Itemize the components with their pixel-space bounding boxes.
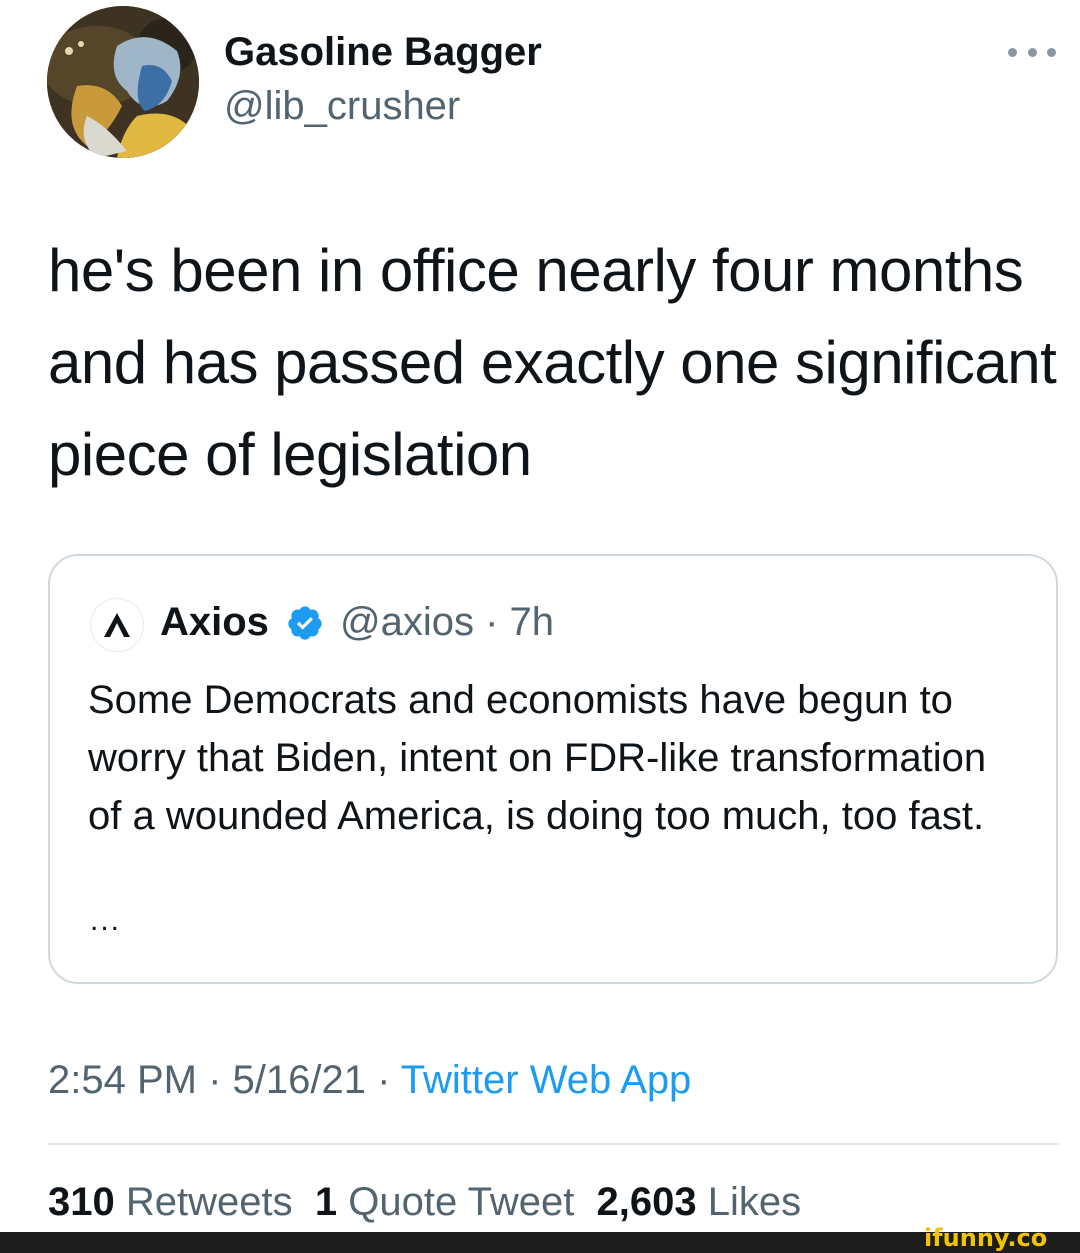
axios-logo-icon (90, 598, 144, 652)
engagement-stats: 310 Retweets 1 Quote Tweet 2,603 Likes (48, 1180, 801, 1225)
tweet-timestamp[interactable]: 2:54 PM · 5/16/21 · (48, 1058, 401, 1102)
likes-count: 2,603 (596, 1180, 697, 1224)
quote-label: Quote Tweet (348, 1180, 575, 1224)
retweets-label: Retweets (125, 1180, 293, 1224)
quoted-display-name: Axios (160, 600, 269, 644)
footer-bar (0, 1232, 1080, 1253)
quoted-tweet-ellipsis: ... (90, 904, 122, 937)
more-dot (1008, 47, 1017, 57)
quoted-handle-time: @axios · 7h (340, 600, 555, 644)
quote-tweets-stat[interactable]: 1 Quote Tweet (315, 1180, 574, 1224)
quote-count: 1 (314, 1180, 338, 1224)
ifunny-watermark-logo: ifunny.co (922, 1222, 1072, 1252)
svg-text:ifunny.co: ifunny.co (924, 1224, 1047, 1252)
verified-badge-icon (288, 606, 322, 640)
likes-label: Likes (707, 1180, 802, 1224)
more-options-icon[interactable] (1008, 40, 1056, 64)
more-dot (1047, 47, 1056, 57)
author-display-name[interactable]: Gasoline Bagger (224, 30, 542, 75)
author-handle[interactable]: @lib_crusher (224, 84, 460, 129)
tweet-meta: 2:54 PM · 5/16/21 · Twitter Web App (48, 1058, 691, 1103)
more-dot (1027, 47, 1037, 57)
retweets-count: 310 (48, 1180, 115, 1224)
divider (48, 1143, 1059, 1145)
retweets-stat[interactable]: 310 Retweets (48, 1180, 293, 1224)
tweet-text: he's been in office nearly four months a… (48, 237, 1057, 488)
author-avatar[interactable] (47, 6, 199, 158)
tweet-source-link[interactable]: Twitter Web App (401, 1058, 692, 1102)
quoted-tweet-text: Some Democrats and economists have begun… (88, 678, 987, 838)
quoted-tweet-card[interactable]: Axios @axios · 7h Some Democrats and eco… (48, 554, 1058, 984)
likes-stat[interactable]: 2,603 Likes (597, 1180, 802, 1224)
